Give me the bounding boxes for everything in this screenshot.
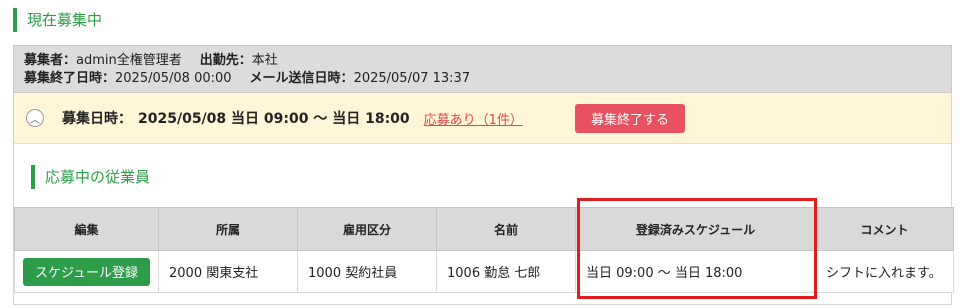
workplace-label: 出勤先： — [199, 53, 252, 68]
recruiter-value: admin全権管理者 — [76, 53, 182, 68]
column-header-department: 所属 — [158, 207, 298, 251]
column-header-schedule: 登録済みスケジュール — [575, 207, 816, 251]
applicants-section-title: 応募中の従業員 — [31, 165, 150, 189]
column-header-name: 名前 — [436, 207, 576, 251]
edit-cell: スケジュール登録 — [14, 250, 159, 293]
recruiter-label: 募集者： — [24, 53, 77, 68]
department-cell: 2000 関東支社 — [158, 250, 298, 293]
mail-sent-value: 2025/05/07 13:37 — [353, 71, 471, 86]
workplace-value: 本社 — [251, 53, 278, 68]
page-title: 現在募集中 — [13, 8, 102, 32]
mail-sent-label: メール送信日時： — [249, 71, 354, 86]
end-datetime-label: 募集終了日時： — [24, 71, 116, 86]
end-recruitment-button[interactable]: 募集終了する — [574, 103, 685, 133]
column-header-employment: 雇用区分 — [297, 207, 437, 251]
recruitment-panel: ︿ 募集日時： 2025/05/08 当日 09:00 〜 当日 18:00 応… — [13, 93, 954, 305]
chevron-up-icon[interactable]: ︿ — [26, 109, 44, 127]
recruitment-date-bar: ︿ 募集日時： 2025/05/08 当日 09:00 〜 当日 18:00 応… — [14, 93, 951, 144]
applicants-table: 編集 所属 雇用区分 名前 登録済みスケジュール コメント スケジュール登録 2… — [14, 207, 954, 293]
summary-line-1: 募集者：admin全権管理者 出勤先：本社 — [24, 52, 941, 70]
column-header-edit: 編集 — [14, 207, 159, 251]
applications-link[interactable]: 応募あり（1件） — [424, 109, 523, 128]
end-datetime-value: 2025/05/08 00:00 — [115, 71, 232, 86]
recruitment-summary: 募集者：admin全権管理者 出勤先：本社 募集終了日時：2025/05/08 0… — [13, 45, 952, 93]
recruitment-date-value: 2025/05/08 当日 09:00 〜 当日 18:00 — [138, 111, 410, 127]
table-row: スケジュール登録 2000 関東支社 1000 契約社員 1006 勤怠 七郎 … — [14, 250, 954, 293]
table-header-row: 編集 所属 雇用区分 名前 登録済みスケジュール コメント — [14, 207, 954, 251]
schedule-cell: 当日 09:00 〜 当日 18:00 — [575, 250, 816, 293]
name-cell: 1006 勤怠 七郎 — [436, 250, 576, 293]
comment-cell: シフトに入れます。 — [815, 250, 954, 293]
summary-line-2: 募集終了日時：2025/05/08 00:00 メール送信日時：2025/05/0… — [24, 70, 941, 88]
register-schedule-button[interactable]: スケジュール登録 — [22, 257, 151, 286]
recruitment-date-label: 募集日時： — [62, 111, 132, 127]
employment-cell: 1000 契約社員 — [297, 250, 437, 293]
column-header-comment: コメント — [815, 207, 954, 251]
